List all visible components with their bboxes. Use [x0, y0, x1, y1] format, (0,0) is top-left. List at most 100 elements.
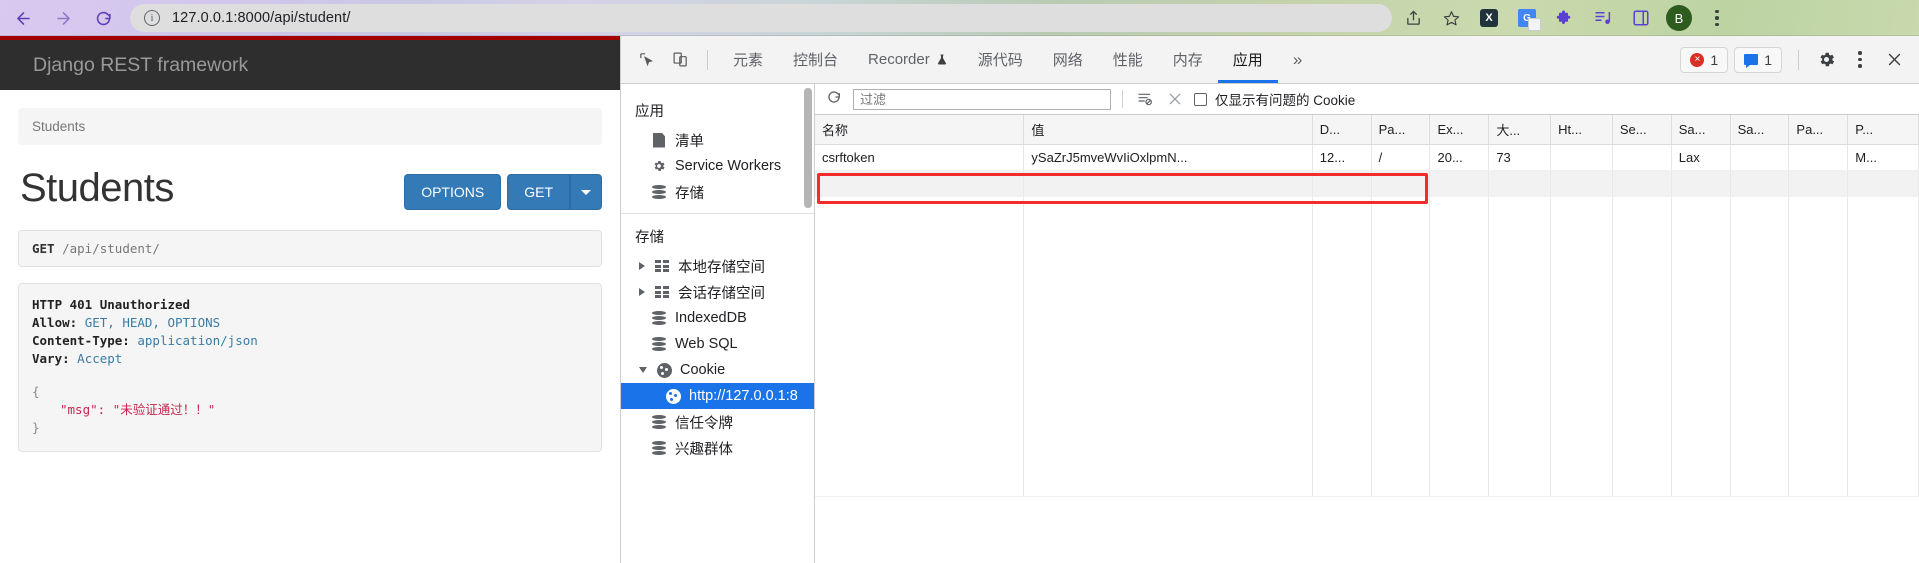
- cell-expires: 20...: [1429, 144, 1490, 171]
- sidebar-item-trust-tokens[interactable]: 信任令牌: [621, 409, 814, 435]
- cookies-panel: 仅显示有问题的 Cookie 名称 值 D...: [815, 84, 1919, 563]
- chevron-down-icon[interactable]: [639, 367, 647, 373]
- col-header-secure[interactable]: Se...: [1612, 115, 1672, 145]
- sidebar-item-label: Cookie: [680, 362, 726, 378]
- refresh-icon[interactable]: [823, 89, 845, 110]
- col-header-partition[interactable]: Pa...: [1788, 115, 1849, 145]
- browser-action-icons: X G B: [1394, 1, 1736, 35]
- tab-sources[interactable]: 源代码: [963, 36, 1038, 83]
- header-value: application/json: [137, 333, 258, 349]
- chevron-down-icon: [581, 189, 591, 195]
- sidebar-item-cookie-origin[interactable]: http://127.0.0.1:8: [621, 383, 814, 409]
- bookmark-star-icon[interactable]: [1434, 1, 1468, 35]
- share-icon[interactable]: [1396, 1, 1430, 35]
- sidebar-item-label: 信任令牌: [675, 415, 733, 432]
- kebab-menu-icon[interactable]: [1700, 1, 1734, 35]
- tab-elements[interactable]: 元素: [718, 36, 778, 83]
- response-header-row: Vary: Accept: [32, 350, 588, 368]
- col-header-samesite2[interactable]: Sa...: [1730, 115, 1790, 145]
- header-key: Allow:: [32, 315, 78, 331]
- side-panel-icon[interactable]: [1624, 1, 1658, 35]
- reload-button[interactable]: [86, 1, 120, 35]
- inspect-element-icon[interactable]: [629, 43, 663, 77]
- cell-samesite2: [1730, 144, 1790, 171]
- response-header-row: Allow: GET, HEAD, OPTIONS: [32, 314, 588, 332]
- col-header-path[interactable]: Pa...: [1371, 115, 1431, 145]
- response-status: HTTP 401 Unauthorized: [32, 297, 191, 312]
- sidebar-item-session-storage[interactable]: 会话存储空间: [621, 279, 814, 305]
- avatar[interactable]: B: [1662, 1, 1696, 35]
- col-header-samesite[interactable]: Sa...: [1671, 115, 1731, 145]
- cookies-table: 名称 值 D... Pa... Ex... 大... Ht... Se... S…: [815, 115, 1919, 497]
- page-title: Students: [20, 166, 174, 210]
- sidebar-item-interest-groups[interactable]: 兴趣群体: [621, 435, 814, 461]
- col-header-priority[interactable]: P...: [1847, 115, 1919, 145]
- sidebar-item-web-sql[interactable]: Web SQL: [621, 331, 814, 357]
- request-method: GET: [32, 241, 55, 256]
- x-extension-icon[interactable]: X: [1472, 1, 1506, 35]
- extensions-puzzle-icon[interactable]: [1548, 1, 1582, 35]
- avatar-initial: B: [1666, 5, 1692, 31]
- device-toolbar-icon[interactable]: [663, 43, 697, 77]
- back-button[interactable]: [6, 1, 40, 35]
- get-button[interactable]: GET: [507, 174, 570, 210]
- tab-memory[interactable]: 内存: [1158, 36, 1218, 83]
- sidebar-item-cookie[interactable]: Cookie: [621, 357, 814, 383]
- table-row[interactable]: csrftoken ySaZrJ5mveWvIiOxlpmN... 12... …: [815, 144, 1919, 171]
- tab-application[interactable]: 应用: [1218, 36, 1278, 83]
- breadcrumb: Students: [18, 108, 602, 145]
- table-row-empty[interactable]: [815, 170, 1919, 197]
- sidebar-section-storage: 存储: [635, 230, 664, 246]
- chevron-right-icon[interactable]: [639, 262, 645, 270]
- gear-icon[interactable]: [1809, 43, 1843, 77]
- chevron-right-icon[interactable]: [639, 288, 645, 296]
- sidebar-item-service-workers[interactable]: Service Workers: [621, 153, 814, 179]
- col-header-name[interactable]: 名称: [815, 115, 1025, 145]
- devtools-menu-icon[interactable]: [1843, 43, 1877, 77]
- get-dropdown-button[interactable]: [570, 174, 602, 210]
- address-bar[interactable]: i 127.0.0.1:8000/api/student/: [130, 4, 1392, 32]
- sidebar-item-label: 本地存储空间: [678, 259, 765, 276]
- clear-all-cookies-icon[interactable]: [1164, 88, 1186, 110]
- breadcrumb-item-students[interactable]: Students: [32, 119, 85, 134]
- drf-navbar: Django REST framework: [0, 40, 620, 90]
- tab-network[interactable]: 网络: [1038, 36, 1098, 83]
- forward-button[interactable]: [46, 1, 80, 35]
- cell-partition: [1788, 144, 1849, 171]
- col-header-httponly[interactable]: Ht...: [1550, 115, 1613, 145]
- cell-httponly: [1550, 144, 1613, 171]
- database-icon: [651, 440, 667, 456]
- more-tabs-icon[interactable]: »: [1278, 36, 1317, 83]
- tab-console[interactable]: 控制台: [778, 36, 853, 83]
- request-path: /api/student/: [62, 241, 160, 256]
- sidebar-item-label: 会话存储空间: [678, 285, 765, 302]
- sidebar-item-storage[interactable]: 存储: [621, 179, 814, 205]
- divider: [1122, 90, 1123, 108]
- tab-recorder[interactable]: Recorder: [853, 36, 963, 83]
- filter-input[interactable]: [853, 88, 1111, 110]
- close-icon[interactable]: [1877, 43, 1911, 77]
- col-header-expires[interactable]: Ex...: [1429, 115, 1490, 145]
- browser-toolbar: i 127.0.0.1:8000/api/student/ X G B: [0, 0, 1919, 36]
- options-button[interactable]: OPTIONS: [404, 174, 502, 210]
- error-count-badge[interactable]: × 1: [1680, 46, 1729, 73]
- col-header-domain[interactable]: D...: [1312, 115, 1372, 145]
- header-key: Vary:: [32, 351, 70, 367]
- cookies-table-wrap: 名称 值 D... Pa... Ex... 大... Ht... Se... S…: [815, 115, 1919, 563]
- sidebar-item-label: IndexedDB: [675, 310, 747, 326]
- sidebar-item-indexeddb[interactable]: IndexedDB: [621, 305, 814, 331]
- col-header-size[interactable]: 大...: [1488, 115, 1552, 145]
- show-problems-checkbox[interactable]: [1194, 92, 1207, 106]
- reading-list-icon[interactable]: [1586, 1, 1620, 35]
- page-info-icon[interactable]: i: [144, 10, 160, 26]
- tab-label: 元素: [733, 52, 764, 69]
- tab-performance[interactable]: 性能: [1098, 36, 1158, 83]
- google-translate-icon[interactable]: G: [1510, 1, 1544, 35]
- message-count-badge[interactable]: 1: [1734, 46, 1782, 73]
- table-icon: [654, 284, 670, 300]
- sidebar-item-manifest[interactable]: 清单: [621, 127, 814, 153]
- sidebar-item-local-storage[interactable]: 本地存储空间: [621, 253, 814, 279]
- clear-filtered-cookies-icon[interactable]: [1134, 88, 1156, 110]
- col-header-value[interactable]: 值: [1023, 115, 1313, 145]
- cell-priority: M...: [1847, 144, 1919, 171]
